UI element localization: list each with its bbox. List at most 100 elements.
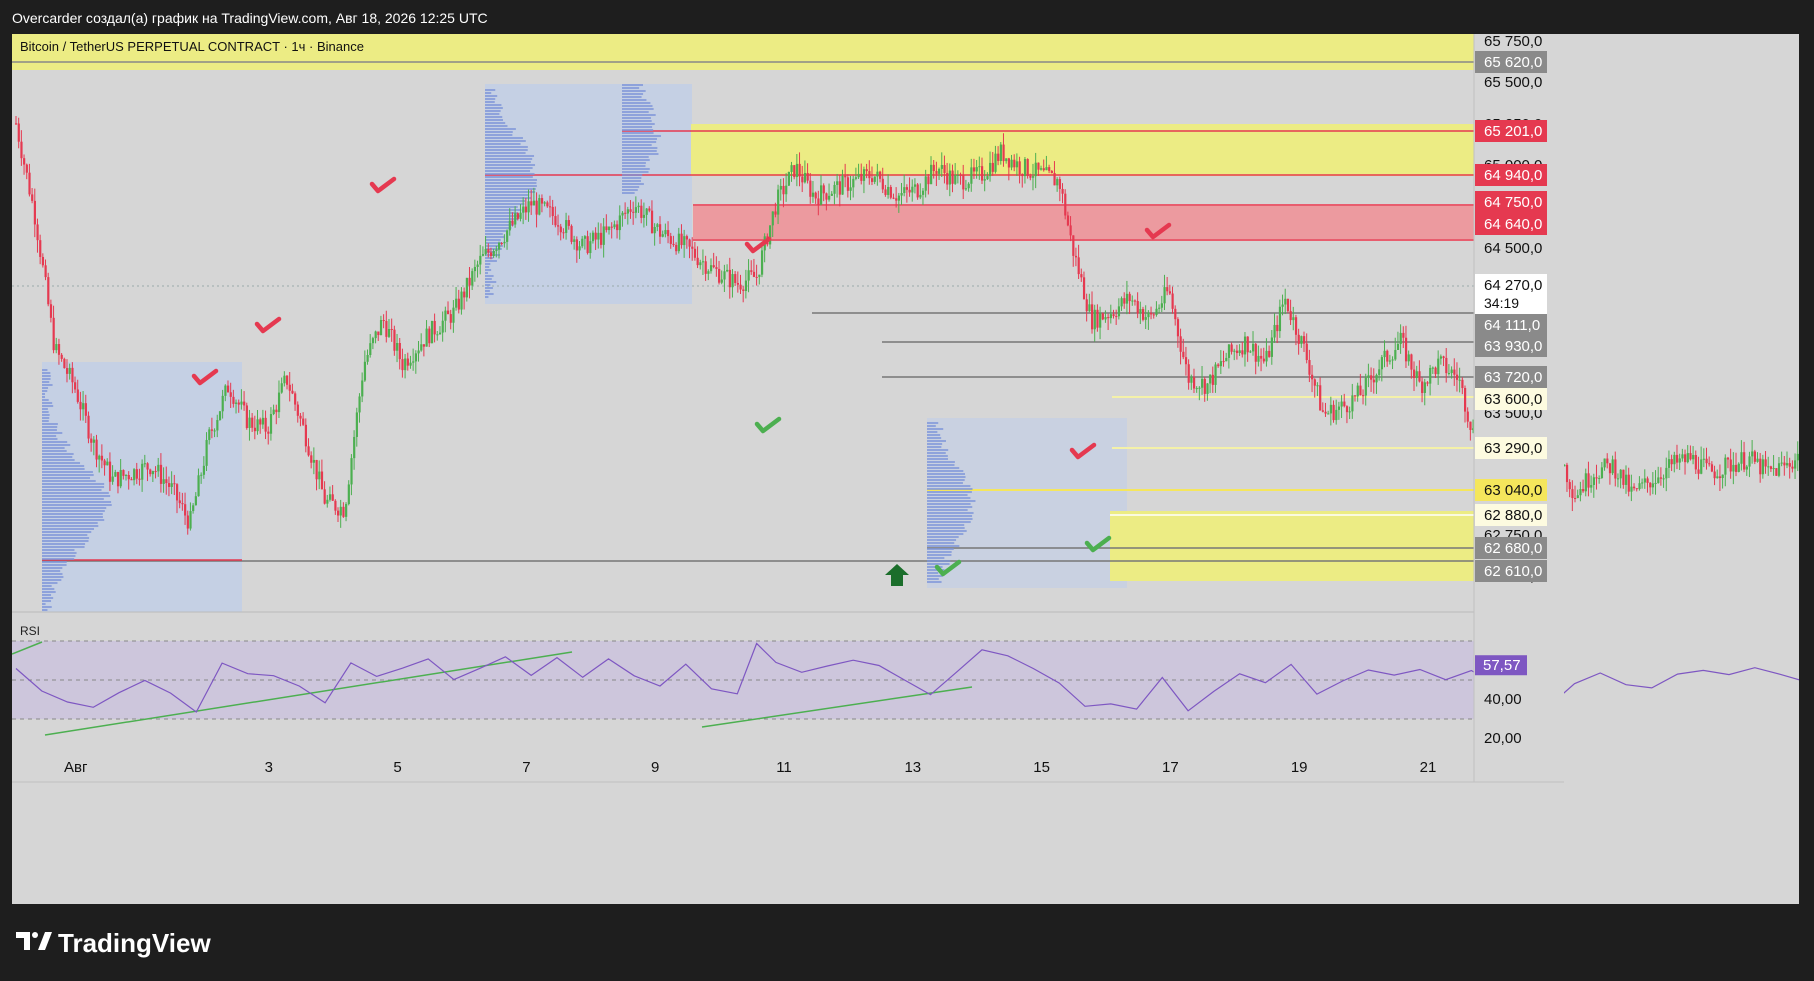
volume-profile-bar (42, 489, 102, 491)
volume-profile-bar (42, 603, 46, 605)
volume-profile-bar (485, 98, 496, 100)
time-tick-label: 3 (265, 759, 273, 776)
volume-profile-bar (485, 233, 503, 235)
candle-body (1649, 482, 1652, 488)
volume-profile-bar (622, 180, 641, 182)
candle-body (1217, 364, 1220, 367)
candle-body (1040, 168, 1043, 170)
candle-body (739, 284, 742, 290)
volume-profile-bar (622, 129, 654, 131)
candle-body (1276, 324, 1279, 332)
candle-body (1616, 478, 1620, 480)
volume-profile-bar (485, 293, 494, 295)
candle-body (248, 417, 251, 429)
volume-profile-bar (485, 122, 506, 124)
candle-body (95, 439, 98, 460)
volume-profile-bar (485, 230, 506, 232)
candle-body (656, 224, 659, 227)
candle-body (599, 232, 603, 245)
check-mark-icon (754, 416, 782, 434)
candle-body (422, 344, 426, 347)
volume-profile-bar (927, 452, 946, 454)
candle-body (310, 455, 313, 463)
volume-profile-bar (927, 560, 951, 562)
candle-body (731, 274, 734, 288)
resistance-yellow-zone (691, 124, 1474, 176)
candle-body (828, 195, 831, 200)
chart-svg[interactable]: RSI Bitcoin / TetherUS PERPETUAL CONTRAC… (12, 34, 1799, 904)
volume-profile-bar (622, 114, 656, 116)
candle-body (186, 515, 189, 529)
candle-body (1450, 369, 1453, 374)
chart-frame[interactable]: RSI Bitcoin / TetherUS PERPETUAL CONTRAC… (12, 34, 1799, 904)
candle-body (1603, 458, 1606, 468)
candle-body (33, 200, 36, 225)
volume-profile-bar (485, 197, 532, 199)
candle-body (374, 331, 377, 339)
volume-profile-bar (927, 545, 960, 547)
candle-body (1015, 161, 1019, 168)
candle-body (267, 431, 270, 434)
candle-body (535, 200, 538, 215)
candle-body (940, 165, 943, 169)
candle-body (1160, 303, 1163, 308)
candle-body (98, 455, 101, 460)
candle-body (1780, 462, 1783, 464)
candle-body (100, 455, 104, 461)
candle-body (157, 464, 160, 472)
candle-body (1692, 455, 1695, 460)
candle-body (302, 418, 305, 425)
volume-profile-bar (622, 183, 644, 185)
volume-profile-bar (622, 189, 638, 191)
candle-body (173, 483, 176, 485)
volume-profile-bar (622, 108, 654, 110)
candle-body (1225, 357, 1228, 362)
tradingview-logo[interactable]: TradingView (16, 928, 211, 959)
candle-body (1378, 369, 1381, 375)
volume-profile-bar (927, 458, 949, 460)
volume-profile-bar (42, 507, 107, 509)
candle-body (484, 249, 487, 255)
candle-body (500, 242, 503, 244)
candle-body (1230, 344, 1233, 352)
time-tick-label: 21 (1420, 759, 1437, 776)
volume-profile-bar (485, 152, 526, 154)
volume-profile-bar (42, 504, 112, 506)
candle-body (586, 236, 589, 254)
candle-body (280, 383, 283, 393)
candle-body (1152, 314, 1155, 316)
volume-profile-bar (42, 438, 58, 440)
candle-body (1080, 274, 1083, 278)
candle-body (331, 494, 334, 501)
volume-profile-bar (927, 467, 960, 469)
volume-profile-bar (42, 408, 48, 410)
candle-body (591, 232, 595, 242)
candle-body (479, 255, 482, 265)
candle-body (640, 205, 643, 218)
candle-body (1662, 478, 1665, 480)
candle-body (1469, 421, 1472, 431)
candle-body (41, 256, 45, 266)
candle-body (1136, 301, 1139, 314)
candle-body (642, 214, 646, 218)
volume-profile-bar (622, 162, 646, 164)
candle-body (438, 332, 442, 335)
chart-header: Overcarder создал(а) график на TradingVi… (12, 10, 488, 26)
candle-body (1211, 374, 1214, 385)
candle-body (680, 233, 683, 246)
volume-profile-bar (42, 483, 105, 485)
candle-body (691, 246, 694, 249)
candle-body (1093, 309, 1096, 330)
volume-profile-bar (485, 92, 492, 94)
volume-profile-bar (485, 158, 533, 160)
volume-profile-bar (927, 434, 941, 436)
volume-profile-bar (927, 563, 950, 565)
candle-body (1053, 172, 1056, 186)
countdown-label: 34:19 (1484, 295, 1519, 311)
candle-body (1466, 411, 1469, 422)
candle-body (777, 189, 780, 215)
volume-profile-bar (42, 546, 85, 548)
candle-body (728, 269, 731, 288)
candle-body (1042, 168, 1045, 171)
candle-body (1195, 388, 1198, 390)
